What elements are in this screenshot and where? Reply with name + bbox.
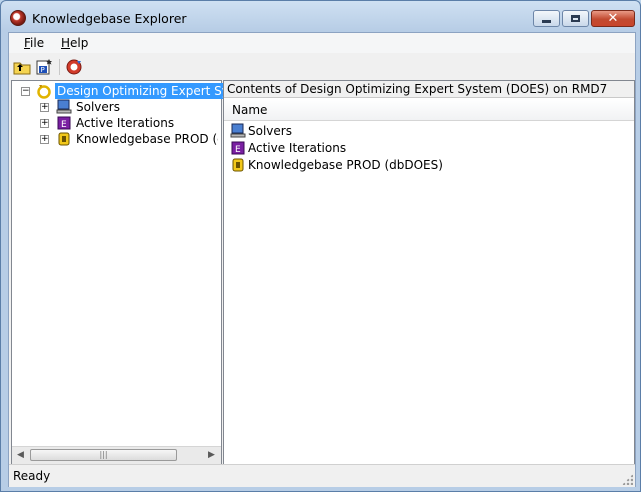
client-area: File Help P − Design Optimizing Expert S… — [8, 32, 636, 487]
minimize-icon — [542, 20, 551, 23]
menu-file[interactable]: File — [24, 36, 44, 50]
content-pane[interactable]: Contents of Design Optimizing Expert Sys… — [223, 80, 635, 465]
refresh-icon — [66, 59, 82, 75]
folder-up-icon — [13, 62, 31, 75]
tree-item-knowledgebase[interactable]: + Knowledgebase PROD (dbDO — [18, 131, 218, 147]
status-bar: Ready — [9, 464, 635, 487]
close-icon: ✕ — [607, 11, 619, 26]
toolbar: P — [9, 55, 635, 79]
properties-button[interactable]: P — [35, 58, 53, 76]
expand-icon[interactable]: + — [40, 135, 49, 144]
computer-icon — [56, 99, 72, 114]
menu-help-rest: elp — [70, 36, 89, 50]
scroll-left-icon[interactable]: ◀ — [17, 450, 24, 460]
svg-text:E: E — [235, 145, 241, 155]
computer-icon — [230, 123, 246, 138]
toolbar-separator — [59, 59, 60, 75]
database-icon — [58, 132, 70, 146]
app-logo-icon[interactable] — [10, 10, 26, 26]
tree-item-label: Solvers — [76, 100, 120, 114]
svg-text:E: E — [61, 120, 67, 130]
properties-icon: P — [36, 59, 52, 75]
app-window: Knowledgebase Explorer ✕ File Help P − D… — [0, 0, 641, 492]
iterations-e-icon: E — [57, 116, 71, 130]
tree-item-active-iterations[interactable]: + E Active Iterations — [18, 115, 218, 131]
status-text: Ready — [13, 469, 51, 483]
menu-file-rest: ile — [30, 36, 45, 50]
tree-item-label: Active Iterations — [76, 116, 175, 130]
svg-text:P: P — [41, 66, 45, 74]
tree-root-row[interactable]: − Design Optimizing Expert System (I — [18, 83, 273, 99]
maximize-button[interactable] — [562, 10, 589, 27]
folder-up-button[interactable] — [13, 58, 31, 76]
expand-icon[interactable]: + — [40, 119, 49, 128]
does-system-icon — [37, 85, 51, 99]
resize-grip-icon[interactable] — [622, 474, 633, 485]
list-item-label: Active Iterations — [248, 141, 347, 155]
collapse-icon[interactable]: − — [21, 87, 30, 96]
database-icon — [232, 158, 244, 172]
tree-item-solvers[interactable]: + Solvers — [18, 99, 218, 115]
menu-help-accel: H — [61, 36, 71, 50]
menu-bar: File Help — [9, 33, 635, 53]
caption-buttons: ✕ — [533, 10, 635, 27]
list-item-label: Knowledgebase PROD (dbDOES) — [248, 158, 443, 172]
expand-icon[interactable]: + — [40, 103, 49, 112]
title-bar[interactable]: Knowledgebase Explorer ✕ — [1, 1, 640, 35]
window-title: Knowledgebase Explorer — [32, 11, 187, 26]
scroll-thumb[interactable]: ||| — [30, 449, 177, 461]
menu-help[interactable]: Help — [61, 36, 88, 50]
tree-item-label: Knowledgebase PROD (dbDO — [76, 132, 218, 146]
content-path-title: Contents of Design Optimizing Expert Sys… — [224, 81, 634, 98]
iterations-e-icon: E — [231, 141, 245, 155]
list-item-label: Solvers — [248, 124, 292, 138]
tree-horizontal-scrollbar[interactable]: ◀ ||| ▶ — [12, 446, 221, 464]
tree-pane[interactable]: − Design Optimizing Expert System (I + S… — [11, 80, 273, 465]
refresh-button[interactable] — [65, 58, 83, 76]
column-header-name[interactable]: Name — [224, 99, 634, 121]
minimize-button[interactable] — [533, 10, 560, 27]
column-header-label: Name — [232, 103, 268, 117]
scroll-right-icon[interactable]: ▶ — [208, 450, 215, 460]
close-button[interactable]: ✕ — [591, 10, 635, 27]
maximize-icon — [571, 15, 580, 22]
